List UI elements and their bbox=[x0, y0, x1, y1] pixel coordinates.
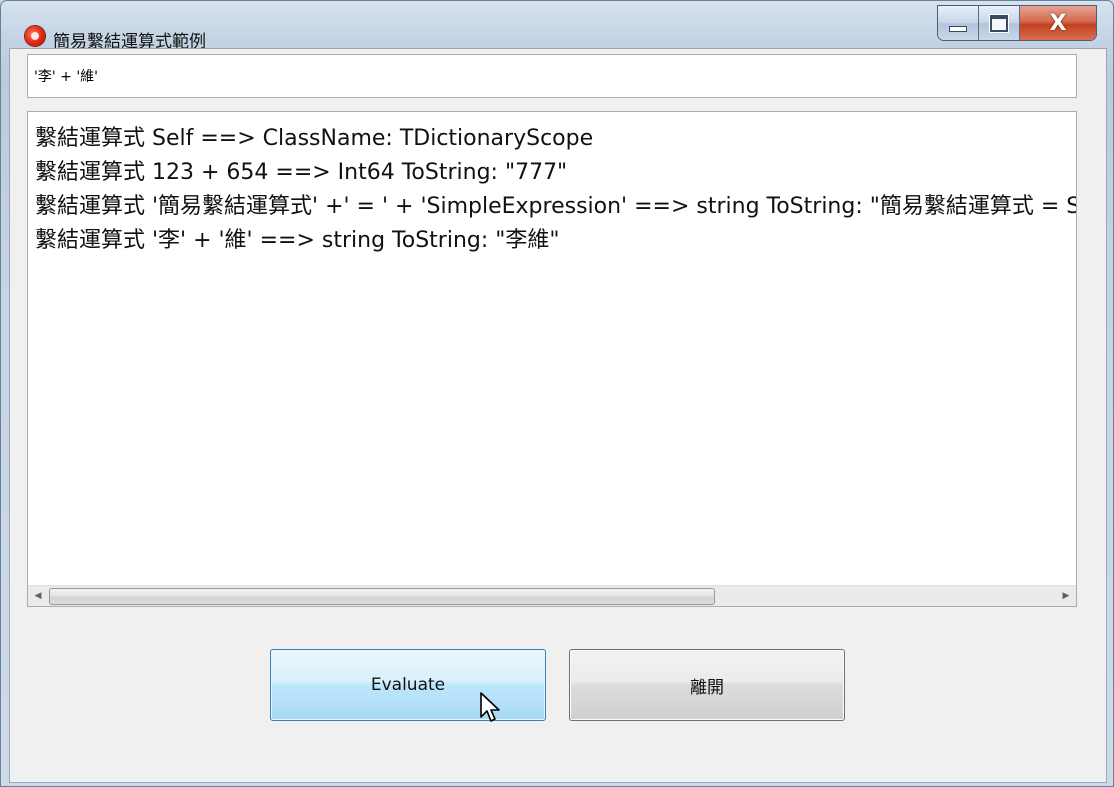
horizontal-scrollbar[interactable]: ◀ ▶ bbox=[28, 585, 1076, 606]
maximize-button[interactable] bbox=[979, 6, 1020, 40]
result-line: 繫結運算式 '簡易繫結運算式' +' = ' + 'SimpleExpressi… bbox=[35, 194, 1076, 219]
maximize-icon bbox=[990, 14, 1008, 32]
result-line: 繫結運算式 '李' + '維' ==> string ToString: "李維… bbox=[35, 228, 560, 253]
caption-buttons: X bbox=[937, 5, 1097, 41]
expression-input[interactable] bbox=[27, 54, 1077, 98]
result-line: 繫結運算式 Self ==> ClassName: TDictionarySco… bbox=[35, 126, 594, 151]
result-line: 繫結運算式 123 + 654 ==> Int64 ToString: "777… bbox=[35, 160, 568, 185]
minimize-button[interactable] bbox=[938, 6, 979, 40]
close-button[interactable]: X bbox=[1020, 6, 1096, 40]
title-bar[interactable]: 簡易繫結運算式範例 X bbox=[1, 1, 1113, 52]
minimize-icon bbox=[949, 26, 967, 32]
result-output-box[interactable]: 繫結運算式 Self ==> ClassName: TDictionarySco… bbox=[27, 111, 1077, 607]
result-lines: 繫結運算式 Self ==> ClassName: TDictionarySco… bbox=[35, 122, 1076, 258]
app-logo-icon[interactable] bbox=[25, 26, 45, 46]
chevron-right-icon[interactable]: ▶ bbox=[1056, 586, 1076, 606]
app-window: 簡易繫結運算式範例 X 繫結運算式 Self ==> ClassName: TD… bbox=[0, 0, 1114, 787]
chevron-left-icon[interactable]: ◀ bbox=[28, 586, 48, 606]
evaluate-button[interactable]: Evaluate bbox=[270, 649, 546, 721]
close-icon: X bbox=[1049, 10, 1067, 36]
scrollbar-thumb[interactable] bbox=[49, 588, 715, 605]
exit-button[interactable]: 離開 bbox=[569, 649, 845, 721]
